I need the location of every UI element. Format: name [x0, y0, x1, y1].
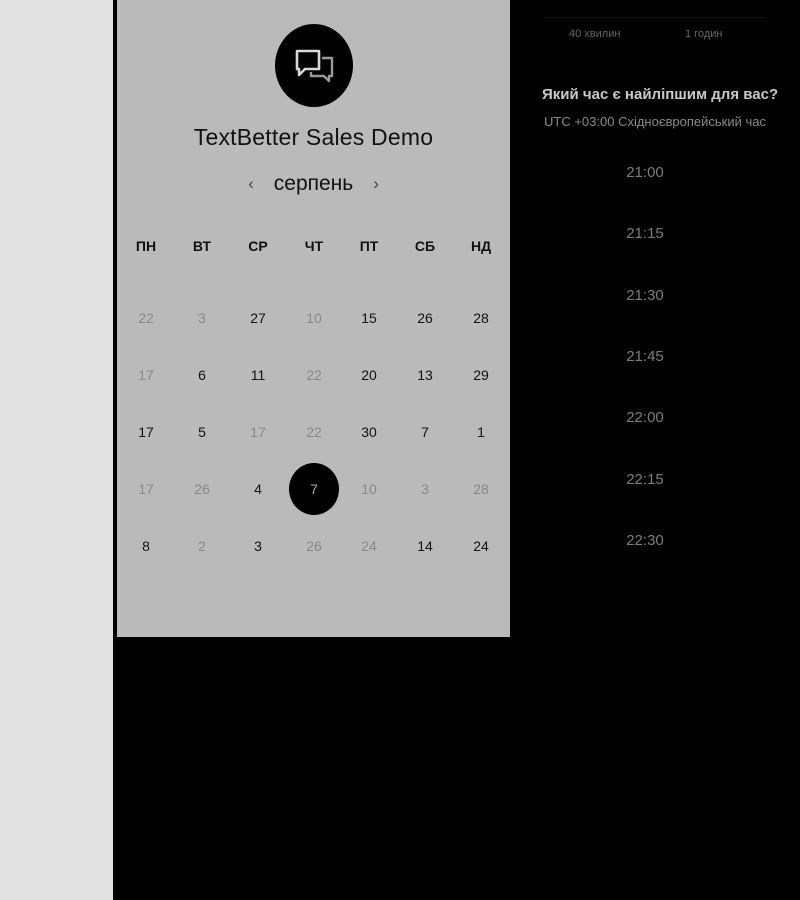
unavailable-date: 3 [421, 481, 429, 497]
unavailable-date: 22 [138, 310, 154, 326]
time-selection-panel: 40 хвилин 1 годин Який час є найліпшим д… [510, 0, 800, 900]
time-slot-button[interactable]: 21:45 [590, 348, 700, 365]
available-date[interactable]: 17 [121, 407, 171, 457]
unavailable-date: 10 [306, 310, 322, 326]
time-question-heading: Який час є найліпшим для вас? [542, 86, 779, 103]
available-date[interactable]: 27 [233, 293, 283, 343]
weekday-label: ПТ [359, 238, 379, 254]
company-logo [275, 24, 353, 107]
weekday-label: СБ [414, 238, 436, 254]
weekday-label: ПН [135, 238, 157, 254]
chat-bubbles-icon [295, 49, 334, 83]
unavailable-date: 3 [198, 310, 206, 326]
duration-40-min-option[interactable]: 40 хвилин [569, 28, 620, 40]
available-date[interactable]: 24 [456, 521, 506, 571]
available-date[interactable]: 3 [233, 521, 283, 571]
available-date[interactable]: 5 [177, 407, 227, 457]
unavailable-date: 17 [138, 367, 154, 383]
prev-month-button[interactable]: ‹ [240, 174, 262, 194]
available-date[interactable]: 26 [400, 293, 450, 343]
available-date[interactable]: 4 [233, 464, 283, 514]
month-label: серпень [273, 172, 354, 196]
unavailable-date: 17 [138, 481, 154, 497]
next-month-button[interactable]: › [365, 174, 387, 194]
time-slot-button[interactable]: 21:15 [590, 225, 700, 242]
selected-date[interactable]: 7 [289, 463, 339, 515]
time-slot-button[interactable]: 21:30 [590, 287, 700, 304]
time-slot-button[interactable]: 22:15 [590, 471, 700, 488]
available-date[interactable]: 20 [344, 350, 394, 400]
time-slot-button[interactable]: 22:00 [590, 409, 700, 426]
unavailable-date: 28 [473, 481, 489, 497]
month-navigation: ‹ серпень › [117, 172, 510, 196]
available-date[interactable]: 14 [400, 521, 450, 571]
timezone-selector[interactable]: UTC +03:00 Східноєвропейський час [544, 114, 766, 129]
available-date[interactable]: 1 [456, 407, 506, 457]
available-date[interactable]: 30 [344, 407, 394, 457]
unavailable-date: 24 [361, 538, 377, 554]
unavailable-date: 26 [194, 481, 210, 497]
calendar-card: TextBetter Sales Demo ‹ серпень › ПН ВТ СР… [117, 0, 510, 637]
weekday-label: ЧТ [304, 238, 324, 254]
unavailable-date: 2 [198, 538, 206, 554]
page-title: TextBetter Sales Demo [193, 124, 434, 150]
unavailable-date: 22 [306, 367, 322, 383]
left-backdrop [0, 0, 113, 900]
available-date[interactable]: 7 [400, 407, 450, 457]
weekday-label: СР [248, 238, 268, 254]
time-slot-button[interactable]: 22:30 [590, 532, 700, 549]
unavailable-date: 22 [306, 424, 322, 440]
weekday-label: НД [470, 238, 492, 254]
available-date[interactable]: 6 [177, 350, 227, 400]
unavailable-date: 17 [250, 424, 266, 440]
available-date[interactable]: 15 [344, 293, 394, 343]
available-date[interactable]: 29 [456, 350, 506, 400]
available-date[interactable]: 13 [400, 350, 450, 400]
unavailable-date: 26 [306, 538, 322, 554]
available-date[interactable]: 28 [456, 293, 506, 343]
duration-selector: 40 хвилин 1 годин [543, 17, 765, 50]
available-date[interactable]: 11 [233, 350, 283, 400]
duration-1-hour-option[interactable]: 1 годин [685, 28, 722, 40]
weekday-label: ВТ [192, 238, 212, 254]
unavailable-date: 10 [361, 481, 377, 497]
time-slot-button[interactable]: 21:00 [590, 164, 700, 181]
available-date[interactable]: 8 [121, 521, 171, 571]
